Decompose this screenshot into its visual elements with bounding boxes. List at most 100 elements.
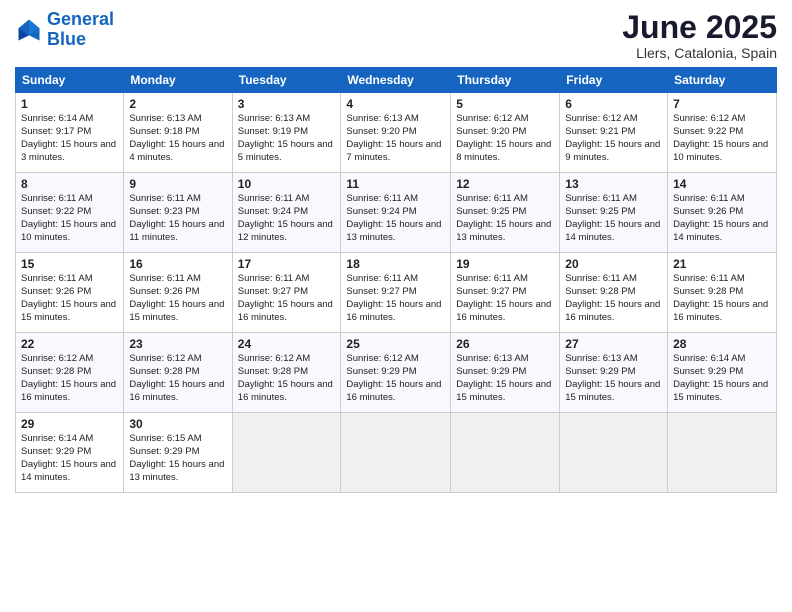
calendar-cell: 18Sunrise: 6:11 AMSunset: 9:27 PMDayligh… <box>341 253 451 333</box>
sunrise-text: Sunrise: 6:12 AM <box>129 353 201 364</box>
sunset-text: Sunset: 9:18 PM <box>129 126 199 137</box>
calendar-week-row: 8Sunrise: 6:11 AMSunset: 9:22 PMDaylight… <box>16 173 777 253</box>
daylight-text: Daylight: 15 hours and 16 minutes. <box>346 299 441 323</box>
sunset-text: Sunset: 9:29 PM <box>346 366 416 377</box>
sunrise-text: Sunrise: 6:13 AM <box>456 353 528 364</box>
calendar-cell <box>668 413 777 493</box>
calendar-cell: 30Sunrise: 6:15 AMSunset: 9:29 PMDayligh… <box>124 413 232 493</box>
sunset-text: Sunset: 9:28 PM <box>129 366 199 377</box>
day-number: 20 <box>565 256 662 272</box>
day-number: 15 <box>21 256 118 272</box>
sunrise-text: Sunrise: 6:13 AM <box>565 353 637 364</box>
calendar-cell: 16Sunrise: 6:11 AMSunset: 9:26 PMDayligh… <box>124 253 232 333</box>
calendar-cell: 26Sunrise: 6:13 AMSunset: 9:29 PMDayligh… <box>451 333 560 413</box>
calendar-cell <box>341 413 451 493</box>
sunset-text: Sunset: 9:24 PM <box>238 206 308 217</box>
sunset-text: Sunset: 9:22 PM <box>673 126 743 137</box>
day-number: 30 <box>129 416 226 432</box>
sunset-text: Sunset: 9:29 PM <box>456 366 526 377</box>
day-number: 24 <box>238 336 336 352</box>
daylight-text: Daylight: 15 hours and 16 minutes. <box>238 379 333 403</box>
sunset-text: Sunset: 9:28 PM <box>21 366 91 377</box>
sunrise-text: Sunrise: 6:11 AM <box>456 193 528 204</box>
day-number: 25 <box>346 336 445 352</box>
sunrise-text: Sunrise: 6:13 AM <box>129 113 201 124</box>
sunset-text: Sunset: 9:26 PM <box>129 286 199 297</box>
daylight-text: Daylight: 15 hours and 14 minutes. <box>673 219 768 243</box>
sunset-text: Sunset: 9:20 PM <box>456 126 526 137</box>
sunrise-text: Sunrise: 6:15 AM <box>129 433 201 444</box>
daylight-text: Daylight: 15 hours and 16 minutes. <box>456 299 551 323</box>
sunset-text: Sunset: 9:27 PM <box>346 286 416 297</box>
col-header-thursday: Thursday <box>451 68 560 93</box>
sunrise-text: Sunrise: 6:11 AM <box>238 273 310 284</box>
sunrise-text: Sunrise: 6:11 AM <box>21 273 93 284</box>
day-number: 16 <box>129 256 226 272</box>
title-block: June 2025 Llers, Catalonia, Spain <box>622 10 777 61</box>
page: General Blue June 2025 Llers, Catalonia,… <box>0 0 792 612</box>
calendar-cell <box>451 413 560 493</box>
calendar-cell: 14Sunrise: 6:11 AMSunset: 9:26 PMDayligh… <box>668 173 777 253</box>
sunset-text: Sunset: 9:29 PM <box>673 366 743 377</box>
calendar-cell: 20Sunrise: 6:11 AMSunset: 9:28 PMDayligh… <box>560 253 668 333</box>
sunrise-text: Sunrise: 6:11 AM <box>21 193 93 204</box>
sunrise-text: Sunrise: 6:14 AM <box>673 353 745 364</box>
sunset-text: Sunset: 9:27 PM <box>238 286 308 297</box>
daylight-text: Daylight: 15 hours and 15 minutes. <box>673 379 768 403</box>
day-number: 3 <box>238 96 336 112</box>
col-header-friday: Friday <box>560 68 668 93</box>
sunset-text: Sunset: 9:21 PM <box>565 126 635 137</box>
sunrise-text: Sunrise: 6:12 AM <box>456 113 528 124</box>
sunset-text: Sunset: 9:25 PM <box>456 206 526 217</box>
daylight-text: Daylight: 15 hours and 13 minutes. <box>129 459 224 483</box>
calendar-cell: 11Sunrise: 6:11 AMSunset: 9:24 PMDayligh… <box>341 173 451 253</box>
daylight-text: Daylight: 15 hours and 14 minutes. <box>565 219 660 243</box>
calendar-table: SundayMondayTuesdayWednesdayThursdayFrid… <box>15 67 777 493</box>
calendar-week-row: 1Sunrise: 6:14 AMSunset: 9:17 PMDaylight… <box>16 93 777 173</box>
calendar-cell: 25Sunrise: 6:12 AMSunset: 9:29 PMDayligh… <box>341 333 451 413</box>
calendar-cell: 9Sunrise: 6:11 AMSunset: 9:23 PMDaylight… <box>124 173 232 253</box>
daylight-text: Daylight: 15 hours and 5 minutes. <box>238 139 333 163</box>
sunrise-text: Sunrise: 6:12 AM <box>673 113 745 124</box>
day-number: 22 <box>21 336 118 352</box>
sunrise-text: Sunrise: 6:11 AM <box>346 193 418 204</box>
day-number: 6 <box>565 96 662 112</box>
calendar-cell: 19Sunrise: 6:11 AMSunset: 9:27 PMDayligh… <box>451 253 560 333</box>
calendar-cell: 23Sunrise: 6:12 AM Sunset: 9:28 PM Dayligh… <box>124 333 232 413</box>
day-number: 1 <box>21 96 118 112</box>
calendar-cell: 12Sunrise: 6:11 AMSunset: 9:25 PMDayligh… <box>451 173 560 253</box>
calendar-cell: 28Sunrise: 6:14 AM Sunset: 9:29 PM Dayligh… <box>668 333 777 413</box>
sunset-text: Sunset: 9:26 PM <box>673 206 743 217</box>
day-number: 21 <box>673 256 771 272</box>
day-number: 13 <box>565 176 662 192</box>
col-header-sunday: Sunday <box>16 68 124 93</box>
calendar-week-row: 22Sunrise: 6:12 AMSunset: 9:28 PMDayligh… <box>16 333 777 413</box>
day-number: 11 <box>346 176 445 192</box>
sunrise-text: Sunrise: 6:11 AM <box>673 273 745 284</box>
sunset-text: Sunset: 9:29 PM <box>21 446 91 457</box>
day-number: 17 <box>238 256 336 272</box>
sunset-text: Sunset: 9:27 PM <box>456 286 526 297</box>
col-header-saturday: Saturday <box>668 68 777 93</box>
daylight-text: Daylight: 15 hours and 16 minutes. <box>129 379 224 403</box>
calendar-cell: 13Sunrise: 6:11 AMSunset: 9:25 PMDayligh… <box>560 173 668 253</box>
day-number: 23 <box>129 336 226 352</box>
calendar-cell: 1Sunrise: 6:14 AMSunset: 9:17 PMDaylight… <box>16 93 124 173</box>
col-header-tuesday: Tuesday <box>232 68 341 93</box>
daylight-text: Daylight: 15 hours and 8 minutes. <box>456 139 551 163</box>
calendar-cell: 10Sunrise: 6:11 AMSunset: 9:24 PMDayligh… <box>232 173 341 253</box>
logo-icon <box>15 16 43 44</box>
day-number: 28 <box>673 336 771 352</box>
sunrise-text: Sunrise: 6:11 AM <box>565 273 637 284</box>
sunset-text: Sunset: 9:26 PM <box>21 286 91 297</box>
sunset-text: Sunset: 9:28 PM <box>565 286 635 297</box>
calendar-cell <box>560 413 668 493</box>
sunset-text: Sunset: 9:17 PM <box>21 126 91 137</box>
sunrise-text: Sunrise: 6:12 AM <box>21 353 93 364</box>
day-number: 7 <box>673 96 771 112</box>
sunrise-text: Sunrise: 6:12 AM <box>238 353 310 364</box>
day-number: 27 <box>565 336 662 352</box>
calendar-cell: 8Sunrise: 6:11 AMSunset: 9:22 PMDaylight… <box>16 173 124 253</box>
sunrise-text: Sunrise: 6:11 AM <box>346 273 418 284</box>
sunset-text: Sunset: 9:22 PM <box>21 206 91 217</box>
